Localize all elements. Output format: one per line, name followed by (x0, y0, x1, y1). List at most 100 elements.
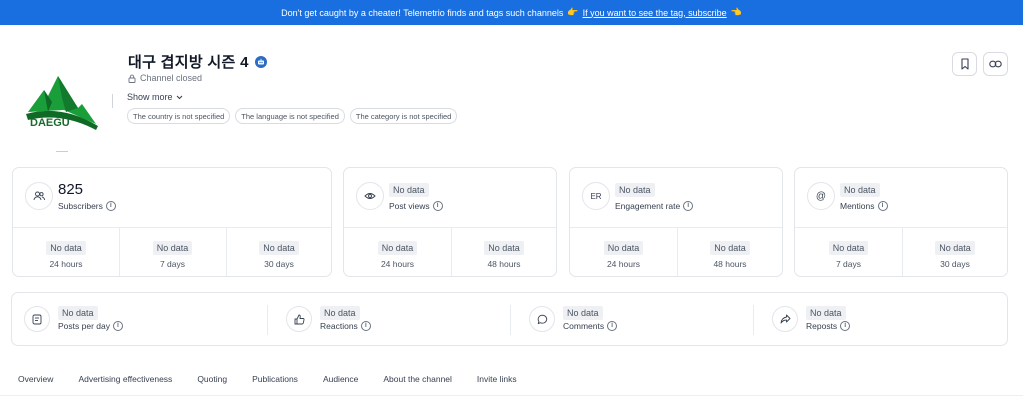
sub-metric: No data 48 hours (451, 238, 557, 269)
divider (0, 395, 1023, 396)
period-label: 30 days (940, 259, 970, 269)
sub-metric: No data 30 days (226, 238, 332, 269)
tab-publications[interactable]: Publications (252, 374, 298, 384)
tab-audience[interactable]: Audience (323, 374, 358, 384)
status-text: Channel closed (140, 73, 203, 83)
copy-link-button[interactable] (983, 52, 1008, 76)
no-data-value: No data (46, 241, 86, 255)
stat-label-text: Reactions (320, 321, 358, 331)
period-label: 7 days (835, 259, 862, 269)
lock-icon (128, 74, 136, 83)
divider (753, 305, 754, 335)
info-icon[interactable]: i (840, 321, 851, 331)
divider (570, 227, 782, 228)
stat-label-text: Comments (563, 321, 605, 331)
tab-advertising-effectiveness[interactable]: Advertising effectiveness (78, 374, 172, 384)
logo-text: DAEGU (30, 117, 70, 129)
share-icon (772, 306, 798, 332)
sub-metric: No data 7 days (795, 238, 902, 269)
info-icon[interactable]: i (360, 321, 371, 331)
sub-metric: No data 48 hours (677, 238, 783, 269)
no-data-value: No data (152, 241, 193, 255)
no-data-value: No data (259, 241, 299, 255)
period-label: 48 hours (713, 259, 747, 269)
sub-metric: No data 24 hours (344, 238, 451, 269)
metric-label: Post views i (389, 201, 443, 211)
engagement-rate-card: ER No data Engagement rate i No data 24 … (569, 167, 783, 277)
bookmark-icon (960, 58, 969, 70)
divider (267, 305, 268, 335)
mentions-card: @ No data Mentions i No data 7 days No d… (794, 167, 1008, 277)
channel-status: Channel closed (128, 73, 202, 83)
sub-metric: No data 30 days (902, 238, 1008, 269)
daegu-logo: DAEGU (26, 76, 98, 130)
divider (13, 227, 331, 228)
info-icon[interactable]: i (432, 201, 443, 211)
period-label: 7 days (159, 259, 186, 269)
info-icon[interactable]: i (683, 201, 694, 211)
document-icon (24, 306, 50, 332)
tag-category[interactable]: The category is not specified (349, 108, 458, 124)
metric-label: Mentions i (840, 201, 888, 211)
bookmark-button[interactable] (952, 52, 977, 76)
no-data-value: No data (806, 306, 846, 320)
info-icon[interactable]: i (607, 321, 618, 331)
tag-country[interactable]: The country is not specified (127, 108, 231, 124)
no-data-value: No data (710, 241, 750, 255)
stat-label: Reposts i (806, 321, 851, 331)
metric-label-text: Mentions (840, 201, 875, 211)
channel-avatar: DAEGU (22, 68, 102, 134)
no-data-value: No data (58, 306, 98, 320)
comments-stat: No data Comments i (517, 293, 757, 345)
show-more-button[interactable]: Show more (127, 92, 183, 102)
stat-label: Posts per day i (58, 321, 123, 331)
no-data-value: No data (615, 183, 655, 197)
stat-label: Comments i (563, 321, 618, 331)
tab-about-the-channel[interactable]: About the channel (383, 374, 452, 384)
period-label: 48 hours (487, 259, 521, 269)
no-data-value: No data (484, 241, 524, 255)
banner-text: Don't get caught by a cheater! Telemetri… (281, 7, 564, 18)
reactions-stat: No data Reactions i (274, 293, 514, 345)
no-data-value: No data (320, 306, 360, 320)
users-icon (25, 182, 53, 210)
tab-overview[interactable]: Overview (18, 374, 53, 384)
no-data-value: No data (828, 241, 869, 255)
post-views-card: No data Post views i No data 24 hours No… (343, 167, 557, 277)
stat-label: Reactions i (320, 321, 371, 331)
stat-label-text: Posts per day (58, 321, 110, 331)
tag-language[interactable]: The language is not specified (235, 108, 345, 124)
subscribers-card: 825 Subscribers i No data 24 hours No da… (12, 167, 332, 277)
comment-icon (529, 306, 555, 332)
subscribe-link[interactable]: If you want to see the tag, subscribe (583, 8, 727, 18)
info-icon[interactable]: i (877, 201, 888, 211)
period-label: 24 hours (49, 259, 83, 269)
metric-label-text: Subscribers (58, 201, 103, 211)
tab-quoting[interactable]: Quoting (197, 374, 227, 384)
period-label: 24 hours (606, 259, 641, 269)
subscribers-count: 825 (58, 181, 84, 198)
divider (56, 151, 68, 152)
metric-label: Engagement rate i (615, 201, 694, 211)
info-icon[interactable]: i (105, 201, 116, 211)
no-data-value: No data (603, 241, 644, 255)
no-data-value: No data (389, 183, 429, 197)
section-tabs: Overview Advertising effectiveness Quoti… (18, 374, 517, 384)
channel-header: 대구 겹지방 시즌 4 (128, 51, 267, 72)
metric-label-text: Post views (389, 201, 430, 211)
stat-label-text: Reposts (806, 321, 838, 331)
tab-invite-links[interactable]: Invite links (477, 374, 517, 384)
no-data-value: No data (563, 306, 603, 320)
no-data-value: No data (377, 241, 418, 255)
bot-icon (254, 55, 267, 68)
no-data-value: No data (840, 183, 880, 197)
link-icon (989, 60, 1002, 68)
divider (795, 227, 1007, 228)
promo-banner: Don't get caught by a cheater! Telemetri… (0, 0, 1023, 25)
period-label: 30 days (264, 259, 294, 269)
divider (112, 94, 113, 108)
info-icon[interactable]: i (112, 321, 123, 331)
channel-title: 대구 겹지방 시즌 4 (128, 54, 249, 71)
at-sign-icon: @ (807, 182, 835, 210)
reposts-stat: No data Reposts i (760, 293, 1005, 345)
